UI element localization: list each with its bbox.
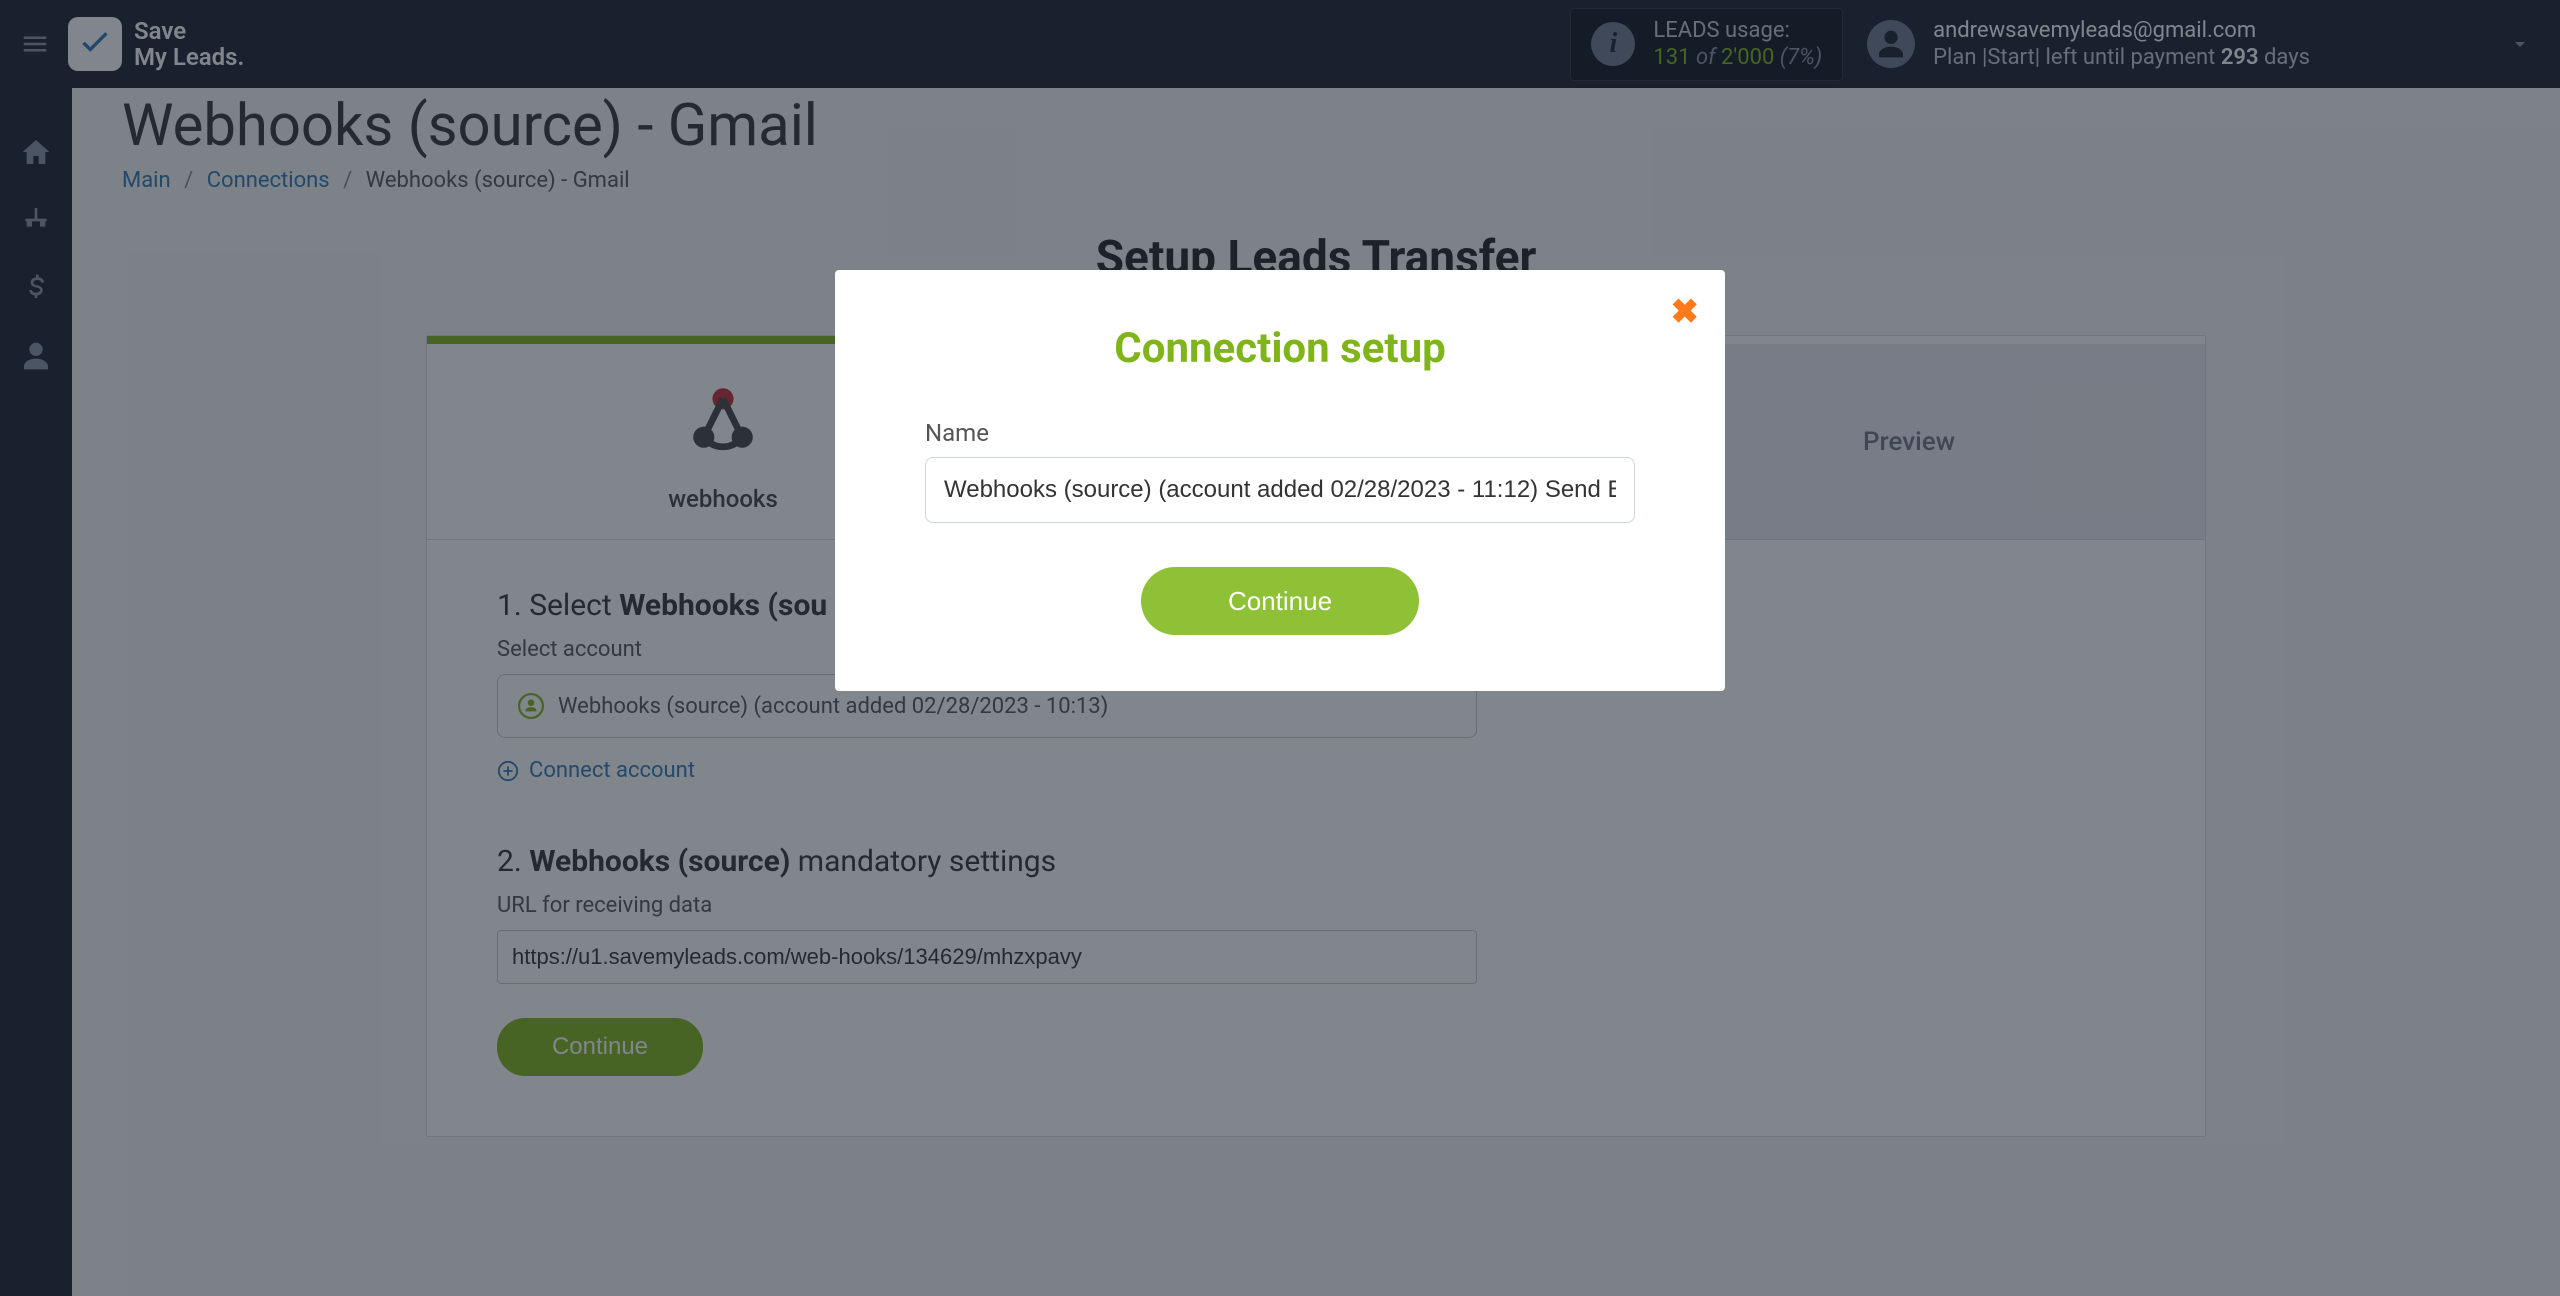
- modal-title: Connection setup: [925, 324, 1635, 373]
- connection-setup-modal: ✖ Connection setup Name Continue: [835, 270, 1725, 691]
- modal-name-label: Name: [925, 419, 1635, 447]
- modal-close-icon[interactable]: ✖: [1671, 292, 1700, 332]
- modal-overlay[interactable]: ✖ Connection setup Name Continue: [0, 0, 2560, 1296]
- modal-name-input[interactable]: [925, 457, 1635, 523]
- modal-continue-button[interactable]: Continue: [1141, 567, 1419, 635]
